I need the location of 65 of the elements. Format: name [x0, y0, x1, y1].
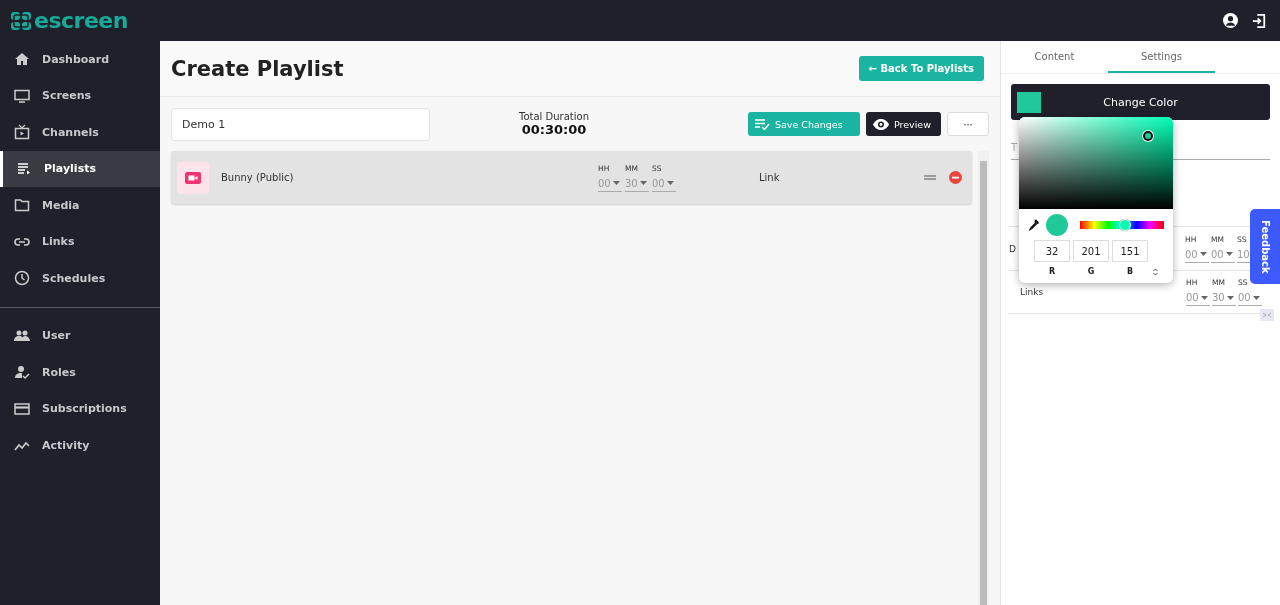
- sidebar-item[interactable]: Playlists: [0, 150, 160, 187]
- logout-icon[interactable]: [1252, 13, 1266, 28]
- caret-icon: [666, 181, 674, 185]
- item-type: Link: [759, 172, 780, 183]
- toggle-icon[interactable]: [1153, 267, 1158, 276]
- preview-button[interactable]: Preview: [866, 112, 941, 136]
- sidebar-item[interactable]: Subscriptions: [0, 390, 160, 428]
- role-icon: [14, 364, 30, 381]
- caret-icon: [1225, 252, 1233, 256]
- item-name: Bunny (Public): [221, 172, 295, 183]
- channel-value-field[interactable]: 201: [1073, 240, 1109, 262]
- hue-thumb[interactable]: [1119, 218, 1132, 231]
- sidebar-item[interactable]: User: [0, 317, 160, 355]
- monitor-icon: [14, 87, 30, 104]
- sidebar-item[interactable]: Media: [0, 187, 160, 224]
- sidebar-item[interactable]: Channels: [0, 114, 160, 151]
- channel-label: G: [1086, 267, 1096, 276]
- home-icon: [14, 51, 30, 68]
- field-label: T: [1011, 142, 1018, 153]
- tab[interactable]: Content: [1001, 41, 1108, 73]
- tab[interactable]: Settings: [1108, 41, 1215, 73]
- color-swatch: [1017, 91, 1041, 113]
- caret-icon: [1200, 295, 1208, 300]
- channel-value-field[interactable]: 151: [1112, 240, 1148, 262]
- caret-icon: [1199, 252, 1207, 256]
- list-check-icon: [755, 118, 770, 130]
- playlist-icon: [16, 160, 32, 177]
- remove-icon[interactable]: [949, 171, 962, 184]
- video-icon: [177, 161, 209, 194]
- total-duration-label: Total Duration: [519, 111, 589, 122]
- page-title: Create Playlist: [171, 56, 344, 81]
- channel-label: B: [1125, 267, 1135, 276]
- user-icon[interactable]: [1223, 13, 1238, 28]
- logo-icon: [10, 10, 32, 31]
- caret-icon: [639, 181, 647, 185]
- card-icon: [14, 401, 30, 417]
- caret-icon: [1226, 295, 1234, 300]
- eye-icon: [873, 118, 889, 130]
- logo-text: escreen: [34, 8, 128, 33]
- change-color-button[interactable]: Change Color: [1011, 84, 1270, 120]
- saturation-area[interactable]: [1019, 117, 1173, 209]
- sidebar-item[interactable]: Dashboard: [0, 41, 160, 78]
- row-label: D: [1009, 243, 1016, 254]
- sidebar-item[interactable]: Links: [0, 223, 160, 260]
- caret-icon: [1252, 295, 1260, 300]
- eyedropper-icon[interactable]: [1028, 218, 1039, 231]
- sidebar-item[interactable]: Screens: [0, 77, 160, 114]
- more-button[interactable]: ···: [947, 112, 989, 136]
- name-field[interactable]: Demo 1: [171, 107, 430, 141]
- sidebar-item[interactable]: Activity: [0, 427, 160, 464]
- total-duration: 00:30:00: [521, 122, 587, 137]
- sidebar-item[interactable]: Roles: [0, 354, 160, 391]
- color-preview: [1046, 213, 1068, 236]
- row-label: Links: [1019, 287, 1044, 297]
- channel-label: R: [1047, 267, 1057, 276]
- channel-value-field[interactable]: 32: [1034, 240, 1070, 262]
- folder-icon: [14, 197, 30, 214]
- picker-handle[interactable]: [1143, 131, 1154, 142]
- feedback-tab[interactable]: Feedback: [1250, 209, 1280, 284]
- caret-icon: [612, 181, 620, 185]
- clock-icon: [14, 270, 30, 287]
- tv-icon: [14, 124, 30, 141]
- scrollbar[interactable]: [978, 151, 989, 605]
- sidebar-item[interactable]: Schedules: [0, 260, 160, 297]
- drag-handle-icon[interactable]: [924, 175, 936, 180]
